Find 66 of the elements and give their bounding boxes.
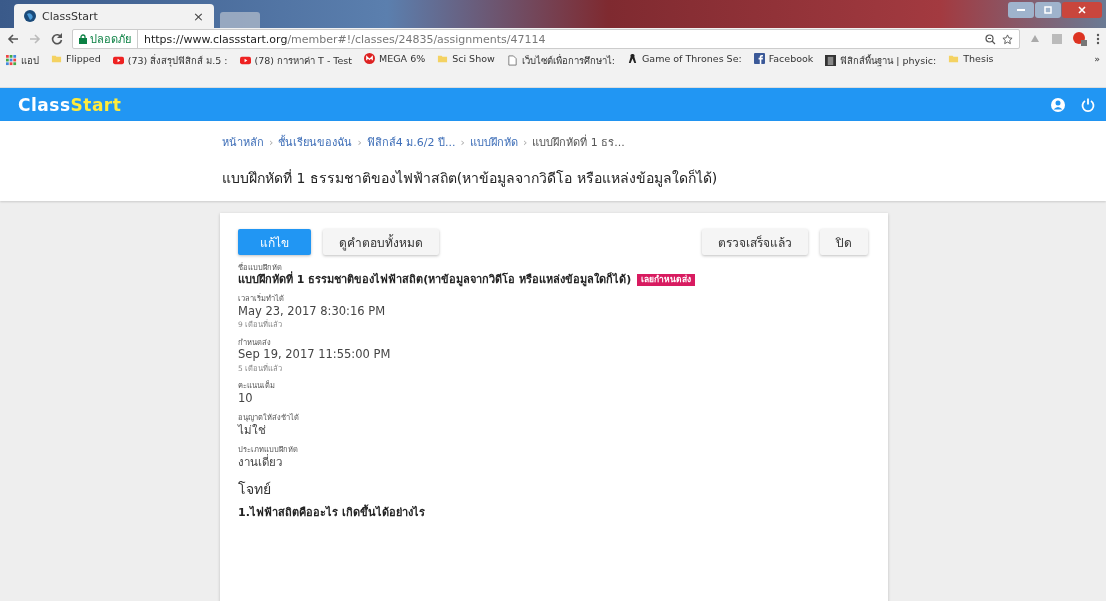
- ribbon-icon: [626, 53, 638, 64]
- photo-icon: [825, 55, 837, 66]
- breadcrumb-item[interactable]: แบบฝึกหัด: [469, 133, 518, 151]
- bookmark-item[interactable]: ฟิสิกส์พื้นฐาน | physic:: [840, 53, 937, 68]
- maximize-button[interactable]: [1035, 2, 1061, 18]
- maximize-icon: [1044, 6, 1052, 14]
- field-value: ไม่ใช่: [238, 423, 266, 437]
- lock-icon: [79, 34, 87, 44]
- address-bar[interactable]: ปลอดภัย https://www.classstart.org/member#!/classes/24835/assignments/47114: [72, 29, 1020, 49]
- secure-label: ปลอดภัย: [90, 32, 131, 48]
- breadcrumb-item[interactable]: หน้าหลัก: [222, 133, 264, 151]
- breadcrumb-separator: ›: [460, 135, 465, 149]
- close-icon: [1078, 6, 1086, 14]
- action-button[interactable]: ตรวจเสร็จแล้ว: [702, 229, 808, 255]
- action-button[interactable]: ปิด: [820, 229, 868, 255]
- breadcrumb-separator: ›: [522, 135, 528, 149]
- bookmark-item[interactable]: (78) การหาค่า T - Test: [254, 53, 353, 68]
- bookmark-item[interactable]: เว็บไซต์เพื่อการศึกษาไ:: [521, 53, 615, 68]
- facebook-icon: [753, 53, 765, 64]
- field-value: May 23, 2017 8:30:16 PM: [238, 304, 386, 319]
- breadcrumb-separator: ›: [357, 135, 362, 149]
- minimize-button[interactable]: [1008, 2, 1034, 18]
- folder-icon: [51, 53, 62, 64]
- field-value: งานเดี่ยว: [238, 455, 282, 469]
- play-icon: [112, 55, 124, 66]
- breadcrumb-item[interactable]: ฟิสิกส์4 ม.6/2 ปี...: [366, 133, 456, 151]
- more-bookmarks[interactable]: »: [1094, 53, 1100, 64]
- bookmark-item[interactable]: แอป: [21, 53, 39, 68]
- overdue-badge: เลยกำหนดส่ง: [637, 274, 696, 286]
- globe-icon: [24, 10, 36, 22]
- field-value: 10: [238, 391, 253, 406]
- section-heading: โจทย์: [238, 480, 272, 497]
- power-icon[interactable]: [1080, 96, 1096, 113]
- forward-icon[interactable]: [28, 32, 42, 46]
- bookmark-item[interactable]: Sci Show: [452, 53, 495, 64]
- circle-logo-icon: [364, 53, 376, 64]
- play-icon: [239, 55, 251, 66]
- breadcrumb-item[interactable]: ชั้นเรียนของฉัน: [278, 133, 353, 151]
- bookmark-item[interactable]: Thesis: [963, 53, 994, 64]
- bookmark-item[interactable]: MEGA 6%: [379, 53, 426, 64]
- minimize-icon: [1017, 8, 1025, 12]
- close-icon[interactable]: ×: [193, 8, 204, 24]
- account-icon[interactable]: [1050, 96, 1066, 113]
- menu-icon[interactable]: [1096, 33, 1100, 45]
- bookmark-item[interactable]: Facebook: [768, 53, 814, 64]
- action-button[interactable]: ดูคำตอบทั้งหมด: [323, 229, 439, 255]
- page-title: แบบฝึกหัดที่ 1 ธรรมชาติของไฟฟ้าสถิต(หาข้อมูลจากวิดีโอ หรือแหล่งข้อมูลใดก็ได้): [222, 168, 719, 189]
- bookmark-item[interactable]: Flipped: [66, 53, 101, 64]
- page-icon: [506, 55, 518, 66]
- breadcrumb-separator: ›: [269, 135, 274, 149]
- bookmark-item[interactable]: Game of Thrones Se:: [641, 53, 742, 64]
- apps-icon: [6, 55, 17, 66]
- folder-icon: [948, 53, 960, 64]
- field-value: Sep 19, 2017 11:55:00 PM: [238, 348, 391, 362]
- bookmark-item[interactable]: (73) สิ่งสรุปฟิสิกส์ ม.5 :: [127, 53, 228, 68]
- back-icon[interactable]: [6, 32, 20, 46]
- breadcrumb-item: แบบฝึกหัดที่ 1 ธร...: [532, 133, 625, 151]
- field-value: แบบฝึกหัดที่ 1 ธรรมชาติของไฟฟ้าสถิต(หาข้อมูลจากวิดีโอ หรือแหล่งข้อมูลใดก็ได้): [238, 273, 632, 287]
- extension-icon[interactable]: [1050, 32, 1064, 46]
- folder-icon: [437, 53, 449, 64]
- browser-tab[interactable]: ClassStart ×: [14, 4, 214, 28]
- close-button[interactable]: [1062, 2, 1102, 18]
- question-text: 1.ไฟฟ้าสถิตคืออะไร เกิดขึ้นได้อย่างไร: [238, 506, 426, 520]
- reload-icon[interactable]: [50, 32, 64, 46]
- star-icon[interactable]: [1002, 33, 1013, 45]
- zoom-icon[interactable]: [985, 33, 996, 45]
